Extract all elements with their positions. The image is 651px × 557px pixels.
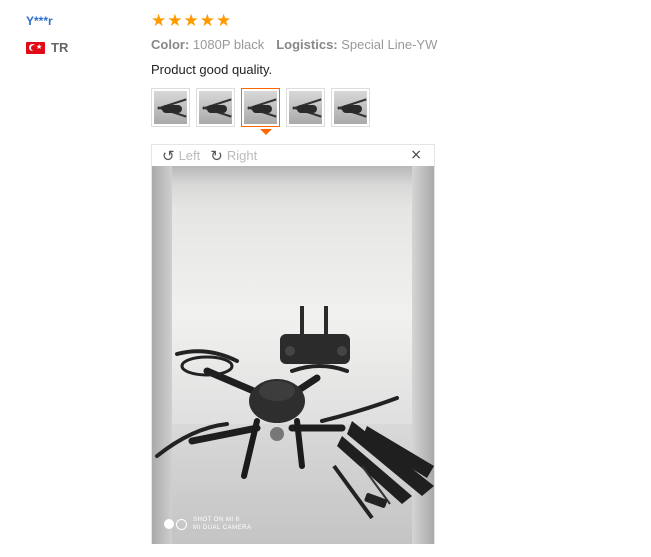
star-icon: ★ — [216, 11, 232, 31]
color-value: 1080P black — [192, 37, 265, 52]
camera-logo-icon — [164, 518, 187, 530]
logistics-attribute: Logistics: Special Line-YW — [276, 37, 437, 52]
turkey-flag-icon: ★ — [26, 41, 45, 54]
review-photo-large: SHOT ON MI 6 MI DUAL CAMERA — [152, 166, 434, 544]
rotate-right-icon: ↻ — [210, 146, 223, 165]
review-photo-thumb-5[interactable] — [331, 88, 370, 127]
logistics-value: Special Line-YW — [341, 37, 438, 52]
star-icon: ★ — [183, 11, 199, 31]
camera-watermark: SHOT ON MI 6 MI DUAL CAMERA — [164, 516, 251, 532]
watermark-line-2: MI DUAL CAMERA — [193, 525, 252, 531]
star-icon: ★ — [199, 11, 215, 31]
color-label: Color: — [151, 37, 190, 52]
close-icon[interactable]: × — [410, 147, 422, 163]
review-photo-strip — [151, 88, 370, 127]
review-photo-thumb-3[interactable] — [241, 88, 280, 127]
order-attributes: Color: 1080P black Logistics: Special Li… — [151, 37, 437, 52]
star-icon: ★ — [151, 11, 167, 31]
viewer-toolbar: ↺ Left ↻ Right × — [152, 145, 434, 166]
rotate-left-label: Left — [178, 148, 201, 163]
logistics-label: Logistics: — [276, 37, 338, 52]
active-thumb-caret-icon — [260, 129, 272, 135]
country-code: TR — [51, 40, 69, 55]
rotate-right-label: Right — [226, 148, 258, 163]
reviewer-name[interactable]: Y***r — [26, 14, 53, 28]
review-photo-thumb-4[interactable] — [286, 88, 325, 127]
review-photo-thumb-1[interactable] — [151, 88, 190, 127]
photo-viewer: ↺ Left ↻ Right × SHOT ON MI 6 MI DUAL CA… — [151, 144, 435, 544]
star-rating: ★ ★ ★ ★ ★ — [151, 11, 231, 31]
drone-illustration — [155, 306, 434, 520]
rotate-left-button[interactable]: ↺ Left — [162, 147, 200, 165]
color-attribute: Color: 1080P black — [151, 37, 264, 52]
rotate-left-icon: ↺ — [162, 146, 175, 165]
watermark-line-1: SHOT ON MI 6 — [193, 517, 240, 523]
rotate-right-button[interactable]: ↻ Right — [210, 147, 257, 165]
review-text: Product good quality. — [151, 62, 273, 77]
review-photo-thumb-2[interactable] — [196, 88, 235, 127]
reviewer-country: ★ TR — [26, 40, 68, 55]
star-icon: ★ — [167, 11, 183, 31]
